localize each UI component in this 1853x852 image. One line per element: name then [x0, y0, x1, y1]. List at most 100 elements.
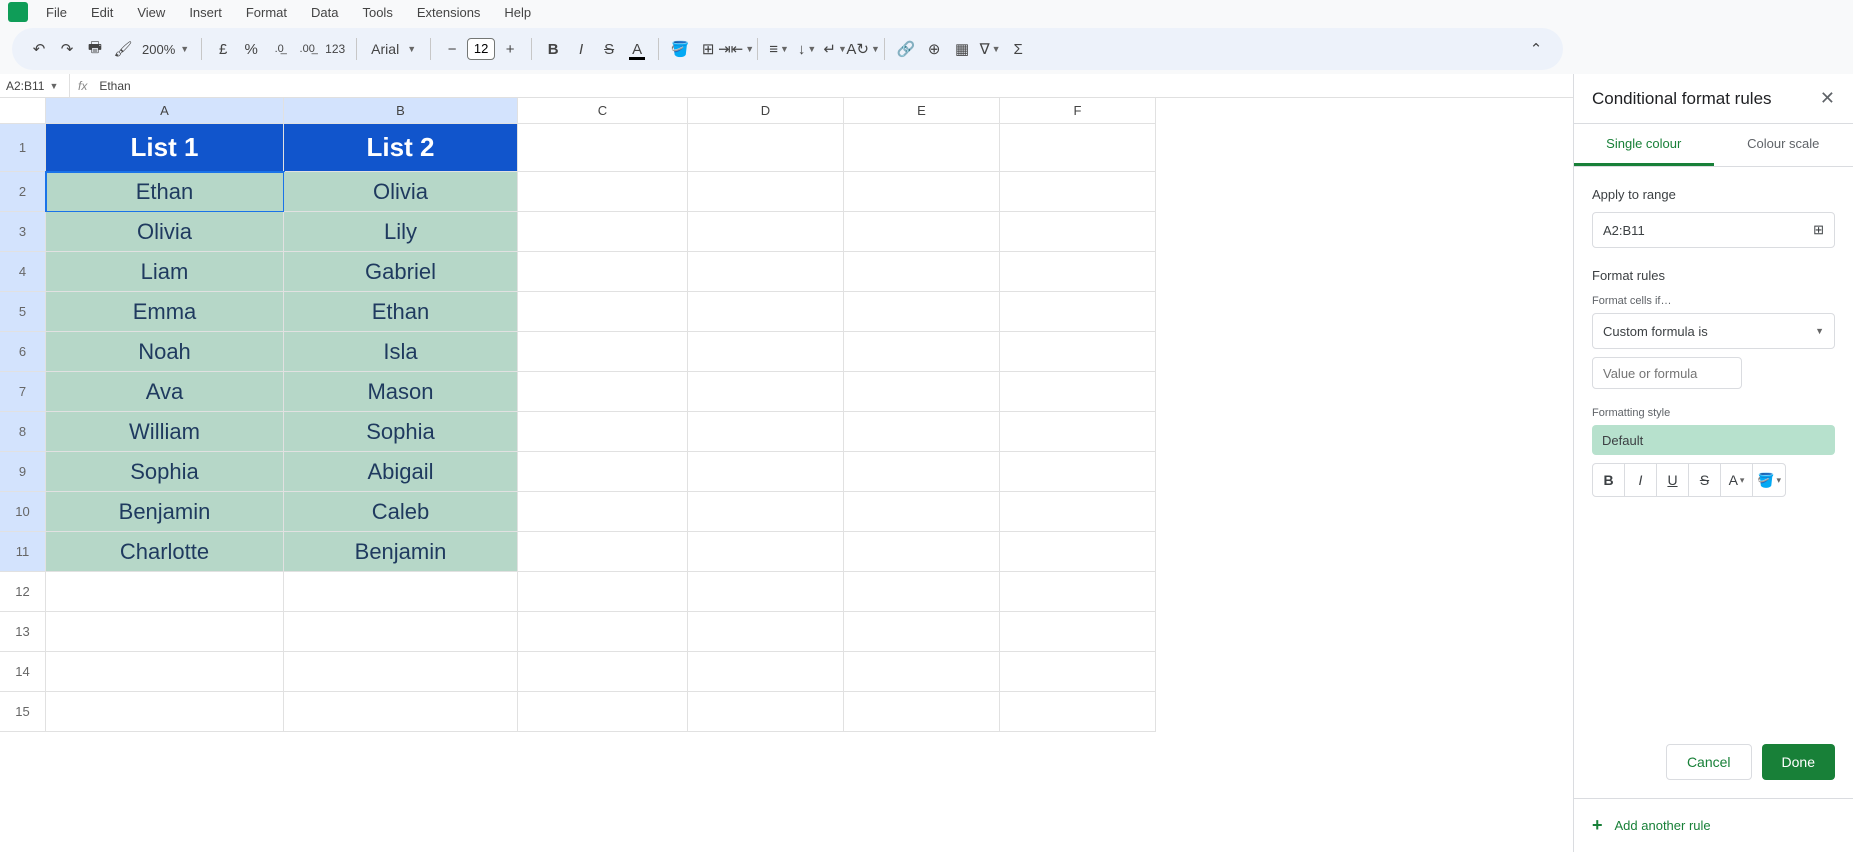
decrease-decimal-button[interactable]: .0̲ — [266, 35, 292, 63]
cell-E8[interactable] — [844, 412, 1000, 452]
tab-colour-scale[interactable]: Colour scale — [1714, 124, 1853, 166]
cell-E4[interactable] — [844, 252, 1000, 292]
row-header-2[interactable]: 2 — [0, 172, 46, 212]
cell-F6[interactable] — [1000, 332, 1156, 372]
cell-F5[interactable] — [1000, 292, 1156, 332]
cell-C10[interactable] — [518, 492, 688, 532]
cell-F15[interactable] — [1000, 692, 1156, 732]
cell-C13[interactable] — [518, 612, 688, 652]
done-button[interactable]: Done — [1762, 744, 1835, 780]
menu-help[interactable]: Help — [494, 1, 541, 24]
paint-format-button[interactable]: 🖌 — [110, 35, 136, 63]
style-italic-button[interactable]: I — [1625, 464, 1657, 496]
cell-D7[interactable] — [688, 372, 844, 412]
cell-D12[interactable] — [688, 572, 844, 612]
cell-A5[interactable]: Emma — [46, 292, 284, 332]
cell-B8[interactable]: Sophia — [284, 412, 518, 452]
cell-D13[interactable] — [688, 612, 844, 652]
cell-D14[interactable] — [688, 652, 844, 692]
row-header-3[interactable]: 3 — [0, 212, 46, 252]
add-another-rule-button[interactable]: + Add another rule — [1574, 799, 1853, 852]
cell-D6[interactable] — [688, 332, 844, 372]
cell-E1[interactable] — [844, 124, 1000, 172]
cell-F10[interactable] — [1000, 492, 1156, 532]
cell-A8[interactable]: William — [46, 412, 284, 452]
cell-A14[interactable] — [46, 652, 284, 692]
close-icon[interactable]: ✕ — [1820, 88, 1835, 109]
cell-A7[interactable]: Ava — [46, 372, 284, 412]
row-header-7[interactable]: 7 — [0, 372, 46, 412]
col-header-F[interactable]: F — [1000, 98, 1156, 124]
increase-font-button[interactable]: + — [497, 35, 523, 63]
cell-C11[interactable] — [518, 532, 688, 572]
cell-D1[interactable] — [688, 124, 844, 172]
cell-B14[interactable] — [284, 652, 518, 692]
cell-B11[interactable]: Benjamin — [284, 532, 518, 572]
cell-C6[interactable] — [518, 332, 688, 372]
grid-select-icon[interactable]: ⊞ — [1813, 222, 1824, 238]
cell-D3[interactable] — [688, 212, 844, 252]
filter-button[interactable]: ∇▼ — [977, 35, 1003, 63]
cell-E15[interactable] — [844, 692, 1000, 732]
row-header-6[interactable]: 6 — [0, 332, 46, 372]
col-header-C[interactable]: C — [518, 98, 688, 124]
menu-file[interactable]: File — [36, 1, 77, 24]
cell-B4[interactable]: Gabriel — [284, 252, 518, 292]
row-header-10[interactable]: 10 — [0, 492, 46, 532]
style-bold-button[interactable]: B — [1593, 464, 1625, 496]
row-header-13[interactable]: 13 — [0, 612, 46, 652]
cell-C12[interactable] — [518, 572, 688, 612]
more-formats-button[interactable]: 123 — [322, 35, 348, 63]
cell-B7[interactable]: Mason — [284, 372, 518, 412]
cell-B9[interactable]: Abigail — [284, 452, 518, 492]
cell-C14[interactable] — [518, 652, 688, 692]
cell-E13[interactable] — [844, 612, 1000, 652]
menu-data[interactable]: Data — [301, 1, 348, 24]
merge-button[interactable]: ⇥⇤▼ — [723, 35, 749, 63]
cancel-button[interactable]: Cancel — [1666, 744, 1752, 780]
cell-B13[interactable] — [284, 612, 518, 652]
cell-F2[interactable] — [1000, 172, 1156, 212]
undo-button[interactable]: ↶ — [26, 35, 52, 63]
range-input[interactable]: A2:B11 ⊞ — [1592, 212, 1835, 248]
cell-E3[interactable] — [844, 212, 1000, 252]
cell-E9[interactable] — [844, 452, 1000, 492]
print-button[interactable]: 🖶 — [82, 35, 108, 63]
functions-button[interactable]: Σ — [1005, 35, 1031, 63]
style-strike-button[interactable]: S — [1689, 464, 1721, 496]
cell-F12[interactable] — [1000, 572, 1156, 612]
bold-button[interactable]: B — [540, 35, 566, 63]
cell-A10[interactable]: Benjamin — [46, 492, 284, 532]
cell-F3[interactable] — [1000, 212, 1156, 252]
row-header-12[interactable]: 12 — [0, 572, 46, 612]
cell-A2[interactable]: Ethan — [46, 172, 284, 212]
tab-single-colour[interactable]: Single colour — [1574, 124, 1714, 166]
fill-color-button[interactable]: 🪣 — [667, 35, 693, 63]
collapse-toolbar-button[interactable]: ⌃ — [1523, 35, 1549, 63]
currency-button[interactable]: £ — [210, 35, 236, 63]
strike-button[interactable]: S — [596, 35, 622, 63]
cell-E6[interactable] — [844, 332, 1000, 372]
cell-C5[interactable] — [518, 292, 688, 332]
cell-F9[interactable] — [1000, 452, 1156, 492]
grid[interactable]: ABCDEF1List 1List 22EthanOlivia3OliviaLi… — [0, 98, 1573, 732]
cell-A13[interactable] — [46, 612, 284, 652]
menu-extensions[interactable]: Extensions — [407, 1, 491, 24]
cell-B2[interactable]: Olivia — [284, 172, 518, 212]
rule-condition-select[interactable]: Custom formula is ▼ — [1592, 313, 1835, 349]
grid-corner[interactable] — [0, 98, 46, 124]
cell-E7[interactable] — [844, 372, 1000, 412]
v-align-button[interactable]: ↓▼ — [794, 35, 820, 63]
cell-D9[interactable] — [688, 452, 844, 492]
cell-D15[interactable] — [688, 692, 844, 732]
cell-E14[interactable] — [844, 652, 1000, 692]
font-size-input[interactable]: 12 — [467, 38, 495, 60]
cell-B10[interactable]: Caleb — [284, 492, 518, 532]
cell-C8[interactable] — [518, 412, 688, 452]
zoom-select[interactable]: 200%▼ — [138, 40, 193, 59]
menu-tools[interactable]: Tools — [352, 1, 402, 24]
formula-input[interactable]: Ethan — [95, 79, 1573, 93]
cell-E12[interactable] — [844, 572, 1000, 612]
cell-A9[interactable]: Sophia — [46, 452, 284, 492]
cell-C1[interactable] — [518, 124, 688, 172]
